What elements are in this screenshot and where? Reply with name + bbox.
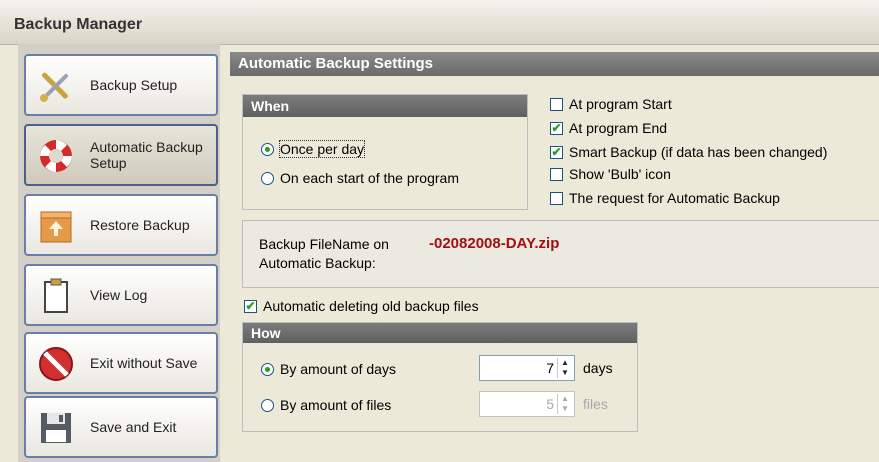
files-value: 5 <box>546 396 554 412</box>
check-auto-delete[interactable]: ✔ Automatic deleting old backup files <box>244 298 479 314</box>
sidebar-item-automatic-backup-setup[interactable]: Automatic Backup Setup <box>24 124 218 186</box>
window-titlebar: Backup Manager <box>0 0 879 45</box>
radio-label: Once per day <box>278 140 366 158</box>
radio-label: By amount of days <box>280 361 396 377</box>
spin-arrows-icon[interactable]: ▲ ▼ <box>557 394 572 414</box>
sidebar: Backup Setup Automatic Backup Setup Rest… <box>18 44 220 462</box>
tools-icon <box>40 72 69 102</box>
checkbox[interactable] <box>550 191 563 205</box>
check-label: At program Start <box>569 96 672 112</box>
days-unit: days <box>583 360 613 376</box>
floppy-disk-icon <box>41 413 71 443</box>
radio-label: On each start of the program <box>280 170 459 186</box>
radio-each-start[interactable]: On each start of the program <box>261 170 459 186</box>
radio-by-files[interactable]: By amount of files <box>261 397 391 413</box>
lifebuoy-icon <box>40 140 72 172</box>
settings-panel: Automatic Backup Settings When Once per … <box>230 52 879 462</box>
sidebar-item-label: Backup Setup <box>90 77 178 93</box>
no-entry-icon <box>39 347 73 381</box>
filename-label-line1: Backup FileName on <box>259 236 389 252</box>
how-group-title: How <box>243 323 637 343</box>
check-at-program-end[interactable]: ✔ At program End <box>550 120 667 136</box>
sidebar-item-backup-setup[interactable]: Backup Setup <box>24 54 218 116</box>
when-group: When Once per day On each start of the p… <box>242 94 528 210</box>
check-request-automatic-backup[interactable]: The request for Automatic Backup <box>550 190 780 206</box>
check-at-program-start[interactable]: At program Start <box>550 96 672 112</box>
radio-label: By amount of files <box>280 397 392 413</box>
restore-box-icon <box>40 211 72 243</box>
files-unit: files <box>583 396 608 412</box>
filename-label: Backup FileName on Automatic Backup: <box>259 235 389 273</box>
check-label: At program End <box>569 120 668 136</box>
check-label: Smart Backup (if data has been changed) <box>569 144 828 160</box>
panel-title: Automatic Backup Settings <box>238 55 434 72</box>
check-label: Automatic deleting old backup files <box>263 298 479 314</box>
clipboard-icon <box>44 278 68 313</box>
sidebar-item-exit-without-save[interactable]: Exit without Save <box>24 332 218 394</box>
checkbox[interactable] <box>550 97 563 111</box>
radio-by-days[interactable]: By amount of days <box>261 361 396 377</box>
sidebar-item-label: View Log <box>90 287 148 303</box>
checkbox[interactable]: ✔ <box>550 121 563 135</box>
radio-indicator[interactable] <box>261 171 274 185</box>
filename-box: Backup FileName on Automatic Backup: -02… <box>242 220 879 288</box>
checkbox[interactable]: ✔ <box>244 299 257 313</box>
sidebar-item-label: Save and Exit <box>90 419 177 435</box>
days-stepper[interactable]: 7 ▲ ▼ <box>479 355 575 381</box>
checkbox[interactable]: ✔ <box>550 145 563 159</box>
sidebar-item-label: Exit without Save <box>90 355 198 371</box>
radio-indicator[interactable] <box>261 362 274 376</box>
sidebar-item-view-log[interactable]: View Log <box>24 264 218 326</box>
radio-indicator[interactable] <box>261 142 274 156</box>
window-title: Backup Manager <box>14 16 143 33</box>
check-label: Show 'Bulb' icon <box>569 166 671 182</box>
filename-label-line2: Automatic Backup: <box>259 255 376 271</box>
check-show-bulb-icon[interactable]: Show 'Bulb' icon <box>550 166 671 182</box>
check-label: The request for Automatic Backup <box>569 190 780 206</box>
filename-value: -02082008-DAY.zip <box>429 235 560 252</box>
panel-header: Automatic Backup Settings <box>230 52 879 76</box>
files-stepper[interactable]: 5 ▲ ▼ <box>479 391 575 417</box>
sidebar-item-label: Restore Backup <box>90 217 190 233</box>
sidebar-item-label: Automatic Backup Setup <box>90 139 203 171</box>
sidebar-item-save-and-exit[interactable]: Save and Exit <box>24 396 218 458</box>
radio-indicator[interactable] <box>261 398 274 412</box>
spin-arrows-icon[interactable]: ▲ ▼ <box>557 358 572 378</box>
when-group-title: When <box>243 95 527 117</box>
sidebar-item-restore-backup[interactable]: Restore Backup <box>24 194 218 256</box>
checkbox[interactable] <box>550 167 563 181</box>
check-smart-backup[interactable]: ✔ Smart Backup (if data has been changed… <box>550 144 827 160</box>
radio-once-per-day[interactable]: Once per day <box>261 140 366 158</box>
how-group: How By amount of days 7 ▲ ▼ days By amoun… <box>242 322 638 432</box>
days-value: 7 <box>546 360 554 376</box>
